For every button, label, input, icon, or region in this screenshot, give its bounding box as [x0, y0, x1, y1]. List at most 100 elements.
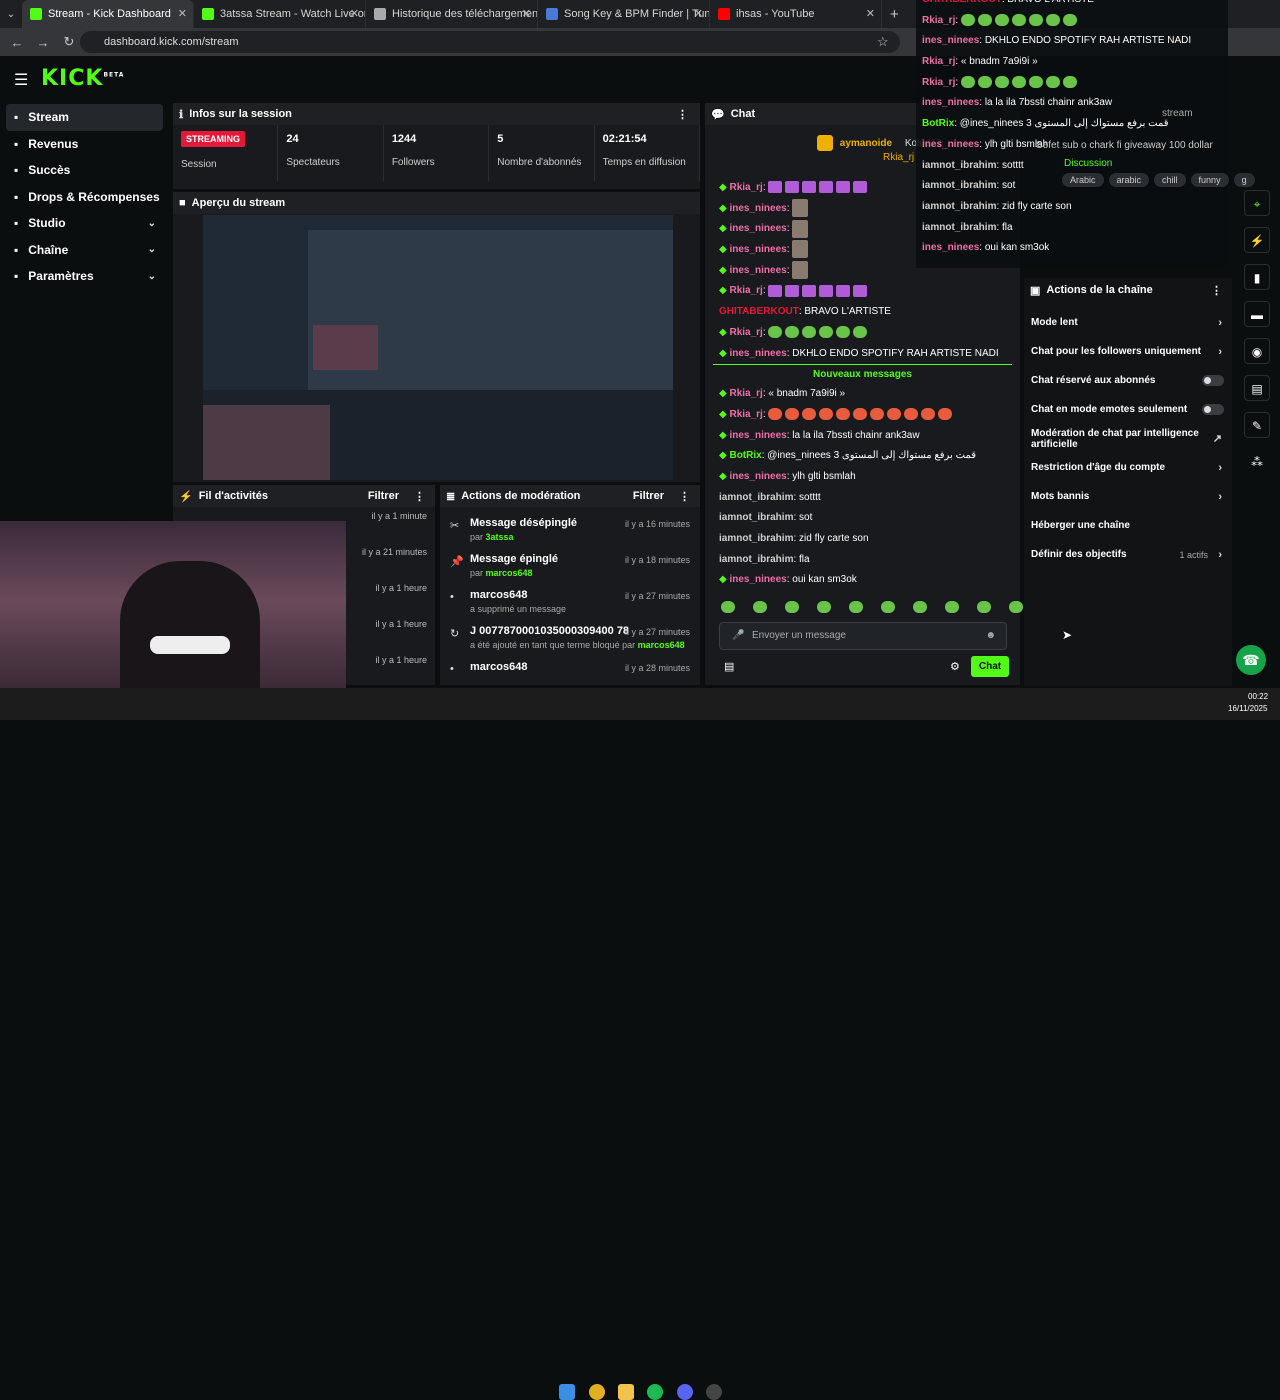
emote-icon[interactable]: [913, 601, 927, 613]
chat-username[interactable]: iamnot_ibrahim: [719, 512, 793, 523]
start-icon[interactable]: [559, 1384, 575, 1400]
channel-action-item[interactable]: Restriction d'âge du compte ›: [1024, 453, 1232, 482]
emote-icon[interactable]: [817, 601, 831, 613]
folder-icon[interactable]: [618, 1384, 634, 1400]
sidebar-item[interactable]: ▪ Stream: [6, 104, 163, 131]
channel-action-item[interactable]: Chat réservé aux abonnés: [1024, 366, 1232, 395]
chat-message[interactable]: ◆ BotRix: @ines_ninees 3 قمت برفع مستواك…: [705, 446, 1020, 467]
emote-icon[interactable]: [721, 601, 735, 613]
moderation-more-icon[interactable]: ⋮: [679, 490, 690, 503]
forward-icon[interactable]: →: [36, 35, 50, 50]
reload-icon[interactable]: ↻: [62, 34, 76, 50]
toggle-switch[interactable]: [1202, 404, 1224, 415]
emoji-icon[interactable]: ☻: [985, 623, 996, 649]
chat-send-button[interactable]: Chat: [971, 656, 1009, 677]
emote-icon[interactable]: [945, 601, 959, 613]
chat-username[interactable]: iamnot_ibrahim: [719, 492, 793, 503]
toggle-switch[interactable]: [1202, 375, 1224, 386]
browser-tab[interactable]: Stream - Kick Dashboard ✕: [22, 0, 194, 28]
browser-tab[interactable]: ihsas - YouTube ✕: [710, 0, 882, 28]
gift-icon[interactable]: ▤: [724, 660, 734, 673]
pinned-user[interactable]: aymanoide: [840, 138, 892, 149]
support-button[interactable]: ☎: [1236, 645, 1266, 675]
chat-username[interactable]: ines_ninees: [729, 203, 786, 214]
moderation-row[interactable]: 📌 Message épinglé par marcos648 il y a 18 m…: [440, 551, 700, 587]
sidebar-item[interactable]: ▪ Revenus: [0, 131, 170, 158]
chat-username[interactable]: GHITABERKOUT: [719, 306, 799, 317]
moderation-row[interactable]: ↻ J 0077870001035000309400 78 a été ajouté…: [440, 623, 700, 659]
toolbar-icon-1[interactable]: ⌖: [1244, 190, 1270, 216]
stream-preview-video[interactable]: [203, 215, 673, 480]
browser-tab[interactable]: Historique des téléchargements ✕: [366, 0, 538, 28]
moderation-row[interactable]: ✂ Message désépinglé par 3atssa il y a 16 m…: [440, 515, 700, 551]
emote-icon[interactable]: [881, 601, 895, 613]
overlay-tag[interactable]: chill: [1154, 173, 1186, 187]
overlay-tag[interactable]: Arabic: [1062, 173, 1104, 187]
pinned-user3[interactable]: Rkia_rj: [883, 152, 914, 163]
tab-search-icon[interactable]: ⌄: [0, 9, 22, 20]
tab-close-icon[interactable]: ✕: [522, 7, 531, 20]
chat-message[interactable]: ◆ Rkia_rj: « bnadm 7a9i9i »: [705, 384, 1020, 405]
channel-action-item[interactable]: Héberger une chaîne: [1024, 511, 1232, 540]
chrome-icon[interactable]: [589, 1384, 605, 1400]
chat-username[interactable]: ines_ninees: [729, 471, 786, 482]
activity-filter-button[interactable]: Filtrer: [368, 490, 399, 502]
menu-icon[interactable]: ☰: [14, 70, 28, 90]
chat-username[interactable]: Rkia_rj: [729, 182, 762, 193]
spotify-icon[interactable]: [647, 1384, 663, 1400]
sidebar-item[interactable]: ▪ Paramètres ⌄: [0, 263, 170, 290]
new-tab-button[interactable]: +: [890, 6, 899, 23]
overlay-tag[interactable]: funny: [1190, 173, 1229, 187]
tab-close-icon[interactable]: ✕: [178, 7, 187, 20]
chat-username[interactable]: iamnot_ibrahim: [719, 533, 793, 544]
browser-tab[interactable]: 3atssa Stream - Watch Live on K ✕: [194, 0, 366, 28]
chat-username[interactable]: ines_ninees: [729, 574, 786, 585]
toolbar-icon-5[interactable]: ◉: [1244, 338, 1270, 364]
toolbar-icon-7[interactable]: ✎: [1244, 412, 1270, 438]
mic-icon[interactable]: 🎤: [732, 623, 744, 649]
toolbar-icon-2[interactable]: ⚡: [1244, 227, 1270, 253]
obs-icon[interactable]: [706, 1384, 722, 1400]
session-more-icon[interactable]: ⋮: [677, 108, 688, 121]
toolbar-icon-6[interactable]: ▤: [1244, 375, 1270, 401]
moderation-sub-user[interactable]: 3atssa: [486, 532, 514, 542]
overlay-tag[interactable]: arabic: [1108, 173, 1150, 187]
chat-message[interactable]: ◆ Rkia_rj:: [705, 405, 1020, 426]
chat-username[interactable]: ines_ninees: [729, 265, 786, 276]
channel-action-item[interactable]: Mots bannis ›: [1024, 482, 1232, 511]
chat-username[interactable]: iamnot_ibrahim: [719, 554, 793, 565]
chat-message[interactable]: ◆ ines_ninees: ylh glti bsmlah: [705, 467, 1020, 488]
chat-username[interactable]: Rkia_rj: [729, 388, 762, 399]
chat-username[interactable]: ines_ninees: [729, 348, 786, 359]
emote-icon[interactable]: [849, 601, 863, 613]
sidebar-item[interactable]: ▪ Studio ⌄: [0, 210, 170, 237]
kick-logo[interactable]: KICKBETA: [41, 66, 124, 91]
sidebar-item[interactable]: ▪ Succès: [0, 157, 170, 184]
url-input[interactable]: dashboard.kick.com/stream: [80, 31, 900, 53]
sidebar-item[interactable]: ▪ Drops & Récompenses: [0, 184, 170, 211]
chat-message[interactable]: GHITABERKOUT: BRAVO L'ARTISTE: [705, 302, 1020, 323]
settings-icon[interactable]: ⚙: [950, 660, 960, 673]
chat-message[interactable]: ◆ ines_ninees: la la ila 7bssti chainr a…: [705, 426, 1020, 447]
channel-action-item[interactable]: Chat pour les followers uniquement ›: [1024, 337, 1232, 366]
overlay-tag[interactable]: g: [1233, 173, 1255, 187]
back-icon[interactable]: ←: [10, 35, 24, 50]
toolbar-icon-8[interactable]: ⁂: [1244, 449, 1270, 475]
tab-close-icon[interactable]: ✕: [694, 7, 703, 20]
chat-message[interactable]: iamnot_ibrahim: sot: [705, 508, 1020, 529]
discord-icon[interactable]: [677, 1384, 693, 1400]
chat-username[interactable]: ines_ninees: [729, 430, 786, 441]
chat-message[interactable]: ◆ Rkia_rj:: [705, 323, 1020, 344]
moderation-sub-user[interactable]: marcos648: [486, 568, 533, 578]
activity-more-icon[interactable]: ⋮: [414, 490, 425, 503]
actions-more-icon[interactable]: ⋮: [1211, 284, 1222, 297]
sidebar-item[interactable]: ▪ Chaîne ⌄: [0, 237, 170, 264]
moderation-sub-user[interactable]: marcos648: [638, 640, 685, 650]
channel-action-item[interactable]: Mode lent ›: [1024, 308, 1232, 337]
emote-icon[interactable]: [753, 601, 767, 613]
emote-icon[interactable]: [977, 601, 991, 613]
toolbar-icon-3[interactable]: ▮: [1244, 264, 1270, 290]
chat-message[interactable]: ◆ Rkia_rj:: [705, 281, 1020, 302]
channel-action-item[interactable]: Modération de chat par intelligence arti…: [1024, 424, 1232, 453]
toolbar-icon-4[interactable]: ▬: [1244, 301, 1270, 327]
